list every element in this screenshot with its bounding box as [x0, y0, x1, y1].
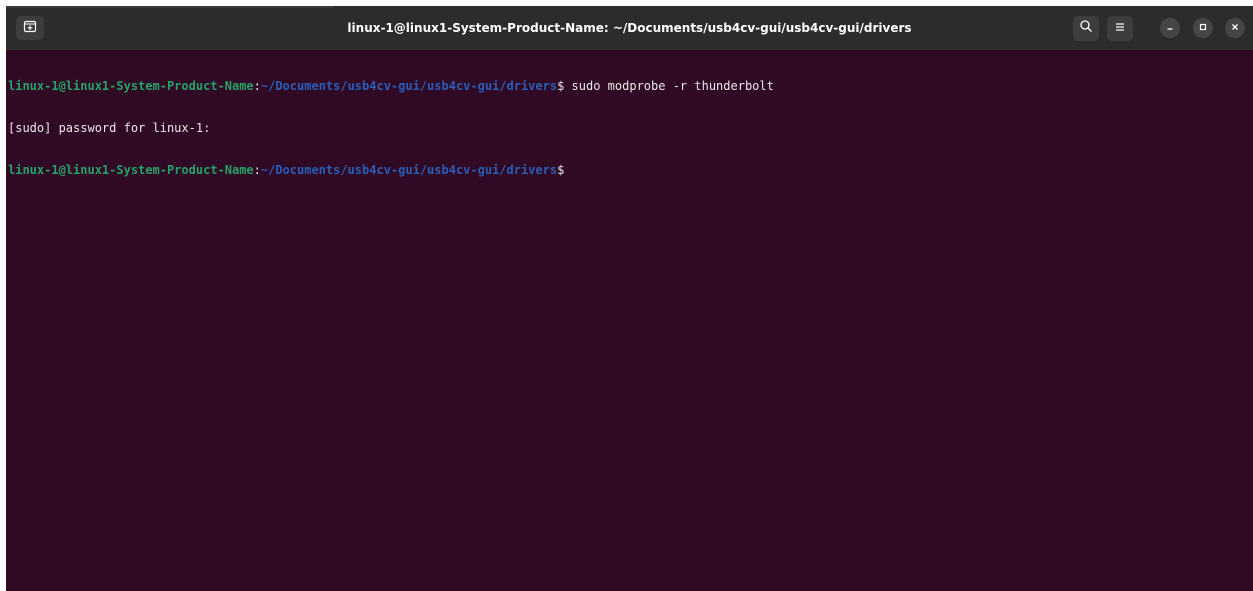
window-title: linux-1@linux1-System-Product-Name: ~/Do…	[347, 21, 912, 35]
prompt-symbol: $	[557, 163, 565, 177]
prompt-path: ~/Documents/usb4cv-gui/usb4cv-gui/driver…	[260, 163, 558, 177]
close-icon	[1230, 19, 1240, 37]
prompt-user: linux-1@linux1-System-Product-Name	[8, 163, 254, 177]
search-button[interactable]	[1073, 16, 1099, 41]
command-text: sudo modprobe -r thunderbolt	[564, 79, 774, 93]
terminal-output[interactable]: linux-1@linux1-System-Product-Name:~/Doc…	[8, 51, 1253, 591]
close-button[interactable]	[1225, 18, 1245, 38]
maximize-icon	[1198, 19, 1208, 37]
prompt-path: ~/Documents/usb4cv-gui/usb4cv-gui/driver…	[260, 79, 558, 93]
terminal-line: linux-1@linux1-System-Product-Name:~/Doc…	[8, 79, 1253, 93]
new-tab-button[interactable]	[16, 16, 44, 40]
prompt-user: linux-1@linux1-System-Product-Name	[8, 79, 254, 93]
new-tab-icon	[23, 19, 37, 38]
maximize-button[interactable]	[1193, 18, 1213, 38]
menu-button[interactable]	[1107, 16, 1133, 41]
output-text: [sudo] password for linux-1:	[8, 121, 211, 135]
terminal-line: linux-1@linux1-System-Product-Name:~/Doc…	[8, 163, 1253, 177]
minimize-button[interactable]	[1160, 18, 1180, 38]
prompt-separator: :	[253, 163, 261, 177]
search-icon	[1079, 19, 1093, 38]
terminal-line: [sudo] password for linux-1:	[8, 121, 1253, 135]
hamburger-menu-icon	[1114, 20, 1126, 38]
title-bar[interactable]: linux-1@linux1-System-Product-Name: ~/Do…	[6, 6, 1253, 50]
prompt-separator: :	[253, 79, 261, 93]
terminal-window: linux-1@linux1-System-Product-Name: ~/Do…	[6, 6, 1253, 591]
minimize-icon	[1165, 19, 1175, 37]
